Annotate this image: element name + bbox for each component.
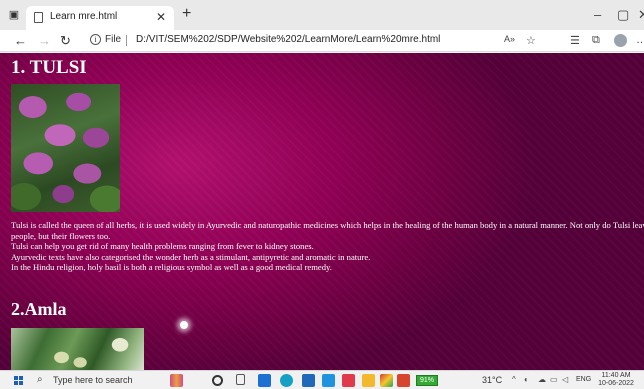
app-blue-icon[interactable]: [322, 374, 335, 387]
mouse-cursor: [180, 321, 188, 329]
favorites-list-icon[interactable]: ☰: [570, 34, 580, 47]
taskbar: ⌕ Type here to search 91% 31°C ^ ◐ ☁ ▭ ◁…: [0, 370, 644, 389]
tulsi-line: In the Hindu religion, holy basil is bot…: [11, 262, 332, 272]
windows-start-icon[interactable]: [14, 376, 23, 385]
tab-actions-icon[interactable]: ▣: [8, 9, 20, 21]
refresh-icon[interactable]: ↻: [60, 33, 71, 49]
tab-title: Learn mre.html: [50, 11, 118, 22]
network-icon[interactable]: ◐: [524, 375, 529, 384]
back-icon[interactable]: ←: [14, 33, 27, 48]
tulsi-line: Tulsi can help you get rid of many healt…: [11, 241, 314, 251]
widgets-icon[interactable]: [170, 374, 183, 387]
profile-avatar[interactable]: [614, 34, 627, 47]
page-viewport: 1. TULSI Tulsi is called the queen of al…: [0, 53, 644, 370]
collections-icon[interactable]: ⧉: [592, 34, 600, 47]
document-icon: [34, 12, 43, 23]
tray-chevron-icon[interactable]: ^: [512, 375, 516, 384]
address-divider: [126, 35, 127, 46]
store-icon[interactable]: [302, 374, 315, 387]
amla-image: [11, 328, 144, 370]
battery-tray-icon[interactable]: ▭: [550, 375, 558, 384]
cortana-icon[interactable]: [212, 375, 223, 386]
app-red-icon[interactable]: [397, 374, 410, 387]
tab-strip: ▣ Learn mre.html ✕ + – ▢ ✕: [0, 0, 644, 30]
tab-learn-mre[interactable]: Learn mre.html ✕: [26, 6, 174, 30]
address-bar[interactable]: i File D:/VIT/SEM%202/SDP/Website%202/Le…: [84, 32, 474, 50]
language-indicator[interactable]: ENG: [576, 376, 591, 383]
read-aloud-icon[interactable]: A»: [504, 34, 515, 44]
clock[interactable]: 11:40 AM 10-06-2022: [597, 372, 635, 388]
taskbar-search-input[interactable]: Type here to search: [53, 375, 133, 385]
address-scheme: File: [105, 34, 122, 45]
maximize-button[interactable]: ▢: [617, 7, 629, 23]
mail-icon[interactable]: [342, 374, 355, 387]
favorite-star-icon[interactable]: ☆: [526, 34, 536, 47]
chrome-icon[interactable]: [380, 374, 393, 387]
clock-date: 10-06-2022: [598, 380, 634, 387]
weather-readout[interactable]: 31°C: [482, 375, 502, 385]
file-explorer-icon[interactable]: [362, 374, 375, 387]
tulsi-image: [11, 84, 120, 212]
tulsi-line: Ayurvedic texts have also categorised th…: [11, 251, 371, 262]
minimize-button[interactable]: –: [594, 7, 601, 22]
close-tab-icon[interactable]: ✕: [156, 10, 166, 24]
close-window-button[interactable]: ✕: [638, 7, 644, 23]
app-l-icon[interactable]: [258, 374, 271, 387]
cloud-icon[interactable]: ☁: [538, 375, 546, 384]
edge-icon[interactable]: [280, 374, 293, 387]
forward-icon[interactable]: →: [38, 33, 51, 48]
tulsi-line: people, but their flowers too.: [11, 230, 111, 241]
clock-time: 11:40 AM: [601, 372, 631, 379]
tulsi-paragraph: Tulsi is called the queen of all herbs, …: [11, 220, 644, 273]
address-url[interactable]: D:/VIT/SEM%202/SDP/Website%202/LearnMore…: [136, 34, 440, 45]
task-view-icon[interactable]: [236, 374, 245, 385]
volume-icon[interactable]: ◁: [562, 375, 568, 384]
browser-toolbar: ← → ↻ i File D:/VIT/SEM%202/SDP/Website%…: [0, 30, 644, 52]
more-menu-icon[interactable]: …: [636, 34, 644, 46]
heading-tulsi: 1. TULSI: [11, 57, 87, 78]
search-icon[interactable]: ⌕: [37, 374, 43, 385]
heading-amla: 2.Amla: [11, 299, 67, 319]
info-icon[interactable]: i: [90, 34, 101, 45]
new-tab-button[interactable]: +: [182, 5, 191, 23]
battery-indicator[interactable]: 91%: [416, 375, 438, 386]
tulsi-line: Tulsi is called the queen of all herbs, …: [11, 220, 644, 230]
